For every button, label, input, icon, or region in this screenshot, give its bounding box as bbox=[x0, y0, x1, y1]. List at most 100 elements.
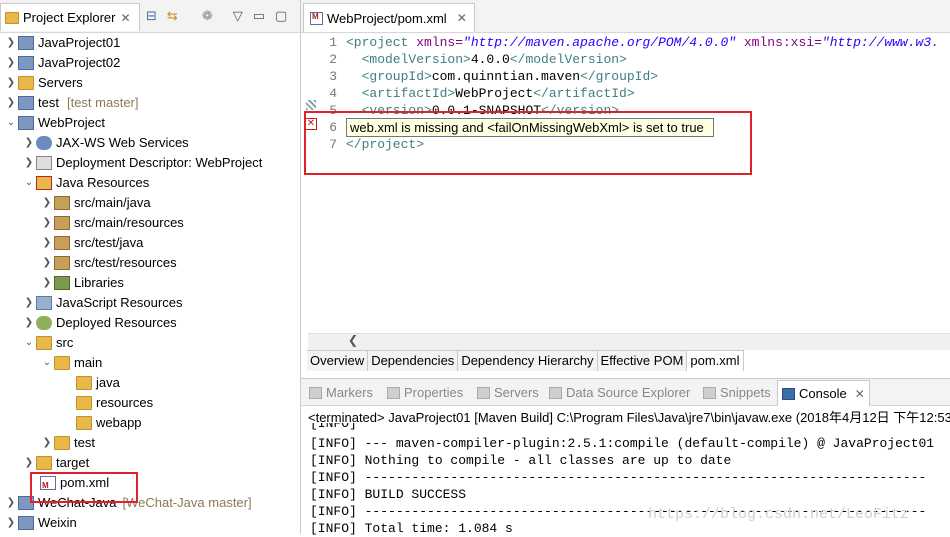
tree-item-src-main-resources[interactable]: ❯ src/main/resources bbox=[40, 213, 184, 233]
pom-editor: M WebProject/pom.xml ✕ ✕ 1 2 3 4 5 6 7 <… bbox=[301, 0, 950, 372]
tab-data-source-explorer[interactable]: Data Source Explorer bbox=[549, 383, 690, 403]
tree-item-src-main-java[interactable]: ❯ src/main/java bbox=[40, 193, 151, 213]
tab-label: Snippets bbox=[720, 385, 771, 400]
tree-item-main[interactable]: ⌄ main bbox=[40, 353, 102, 373]
tab-project-explorer[interactable]: Project Explorer ✕ bbox=[0, 3, 140, 31]
chevron-right-icon[interactable]: ❯ bbox=[40, 273, 54, 293]
chevron-right-icon[interactable]: ❯ bbox=[40, 213, 54, 233]
tree-item-label: JAX-WS Web Services bbox=[56, 135, 189, 150]
tree-item-jax-ws[interactable]: ❯ JAX-WS Web Services bbox=[22, 133, 189, 153]
chevron-right-icon[interactable]: ❯ bbox=[22, 153, 36, 173]
tree-item-target[interactable]: ❯ target bbox=[22, 453, 89, 473]
tree-item-label: src bbox=[56, 335, 74, 350]
tree-item-javaproject02[interactable]: ❯ JavaProject02 bbox=[4, 53, 120, 73]
console-line: [INFO] BUILD SUCCESS bbox=[310, 487, 467, 502]
close-icon[interactable]: ✕ bbox=[855, 384, 865, 404]
deployed-resources-icon bbox=[36, 316, 52, 330]
tab-pom-xml[interactable]: pom.xml bbox=[687, 351, 744, 371]
tab-label: Markers bbox=[326, 385, 373, 400]
line-number-gutter: 1 2 3 4 5 6 7 bbox=[317, 33, 341, 333]
chevron-right-icon[interactable]: ❯ bbox=[4, 33, 18, 53]
tab-console[interactable]: Console ✕ bbox=[777, 380, 870, 406]
xml-tag: </groupId> bbox=[580, 69, 659, 84]
tab-servers[interactable]: Servers bbox=[477, 383, 539, 403]
tree-item-servers[interactable]: ❯ Servers bbox=[4, 73, 83, 93]
xml-tag: </modelVersion> bbox=[509, 52, 627, 67]
servers-icon bbox=[477, 387, 490, 399]
chevron-right-icon[interactable]: ❯ bbox=[22, 293, 36, 313]
tree-item-test-project[interactable]: ❯ test [test master] bbox=[4, 93, 139, 113]
collapse-all-icon[interactable]: ⊟ bbox=[146, 8, 157, 24]
view-menu-icon[interactable]: ▽ bbox=[233, 8, 243, 24]
tab-dependencies[interactable]: Dependencies bbox=[368, 351, 459, 371]
markers-icon bbox=[309, 387, 322, 399]
chevron-right-icon[interactable]: ❯ bbox=[4, 53, 18, 73]
tree-item-label: Servers bbox=[38, 75, 83, 90]
xml-tag: <modelVersion> bbox=[346, 52, 471, 67]
xml-attribute: xmlns= bbox=[416, 35, 464, 50]
minimize-icon[interactable]: ▭ bbox=[253, 8, 265, 24]
tab-snippets[interactable]: Snippets bbox=[703, 383, 771, 403]
tree-item-webproject[interactable]: ⌄ WebProject bbox=[4, 113, 105, 133]
chevron-right-icon[interactable]: ❯ bbox=[4, 73, 18, 93]
tree-item-src-test-java[interactable]: ❯ src/test/java bbox=[40, 233, 143, 253]
tree-item-label: resources bbox=[96, 395, 154, 410]
maximize-icon[interactable]: ▢ bbox=[275, 8, 287, 24]
tree-item-src-test-resources[interactable]: ❯ src/test/resources bbox=[40, 253, 177, 273]
tab-dependency-hierarchy[interactable]: Dependency Hierarchy bbox=[458, 351, 598, 371]
chevron-right-icon[interactable]: ❯ bbox=[4, 493, 18, 513]
tree-item-test-folder[interactable]: ❯ test bbox=[40, 433, 95, 453]
tree-item-webapp-folder[interactable]: webapp bbox=[76, 413, 142, 433]
tree-item-label: test bbox=[74, 435, 95, 450]
line-number: 1 bbox=[329, 35, 337, 50]
chevron-down-icon[interactable]: ⌄ bbox=[22, 173, 36, 193]
tree-item-label: Weixin bbox=[38, 515, 77, 530]
tab-properties[interactable]: Properties bbox=[387, 383, 463, 403]
tree-item-src[interactable]: ⌄ src bbox=[22, 333, 73, 353]
tree-item-deployed-resources[interactable]: ❯ Deployed Resources bbox=[22, 313, 177, 333]
chevron-right-icon[interactable]: ❯ bbox=[40, 253, 54, 273]
scroll-left-icon[interactable]: ❮ bbox=[348, 333, 358, 347]
libraries-icon bbox=[54, 276, 70, 290]
chevron-right-icon[interactable]: ❯ bbox=[22, 453, 36, 473]
tree-item-javaproject01[interactable]: ❯ JavaProject01 bbox=[4, 33, 120, 53]
tab-webproject-pom[interactable]: M WebProject/pom.xml ✕ bbox=[303, 3, 475, 32]
close-icon[interactable]: ✕ bbox=[457, 11, 467, 25]
chevron-right-icon[interactable]: ❯ bbox=[22, 313, 36, 333]
code-line-2: <modelVersion>4.0.0</modelVersion> bbox=[346, 51, 627, 68]
console-line: [INFO] bbox=[310, 423, 357, 431]
chevron-down-icon[interactable]: ⌄ bbox=[40, 353, 54, 373]
highlight-box-pom bbox=[30, 472, 138, 503]
horizontal-scrollbar[interactable]: ❮ bbox=[308, 333, 950, 350]
tree-item-resources-folder[interactable]: resources bbox=[76, 393, 153, 413]
tree-item-javascript-resources[interactable]: ❯ JavaScript Resources bbox=[22, 293, 182, 313]
tree-item-java-resources[interactable]: ⌄ Java Resources bbox=[22, 173, 149, 193]
tree-item-weixin[interactable]: ❯ Weixin bbox=[4, 513, 77, 533]
chevron-right-icon[interactable]: ❯ bbox=[4, 93, 18, 113]
tree-item-label: JavaScript Resources bbox=[56, 295, 183, 310]
tree-item-label: Deployed Resources bbox=[56, 315, 177, 330]
tree-item-label: Libraries bbox=[74, 275, 124, 290]
xml-text: com.quinntian.maven bbox=[431, 69, 581, 84]
tree-item-java-folder[interactable]: java bbox=[76, 373, 120, 393]
chevron-right-icon[interactable]: ❯ bbox=[40, 233, 54, 253]
tree-item-libraries[interactable]: ❯ Libraries bbox=[40, 273, 124, 293]
git-project-icon bbox=[18, 96, 34, 110]
chevron-right-icon[interactable]: ❯ bbox=[40, 193, 54, 213]
tab-effective-pom[interactable]: Effective POM bbox=[597, 351, 688, 371]
tree-item-deployment-descriptor[interactable]: ❯ Deployment Descriptor: WebProject bbox=[22, 153, 262, 173]
console-line: [INFO] ---------------------------------… bbox=[310, 470, 927, 485]
chevron-down-icon[interactable]: ⌄ bbox=[4, 113, 18, 133]
link-with-editor-icon[interactable]: ⇆ bbox=[167, 8, 178, 24]
filter-icon[interactable]: ❁ bbox=[202, 8, 213, 24]
chevron-right-icon[interactable]: ❯ bbox=[40, 433, 54, 453]
chevron-right-icon[interactable]: ❯ bbox=[4, 513, 18, 533]
close-icon[interactable]: ✕ bbox=[120, 11, 130, 25]
watermark: https://blog.csdn.net/LeoFitz bbox=[648, 506, 910, 523]
pom-editor-tabs: Overview Dependencies Dependency Hierarc… bbox=[307, 350, 744, 372]
chevron-right-icon[interactable]: ❯ bbox=[22, 133, 36, 153]
tab-label: Data Source Explorer bbox=[566, 385, 691, 400]
tab-markers[interactable]: Markers bbox=[309, 383, 373, 403]
tab-overview[interactable]: Overview bbox=[307, 351, 369, 371]
chevron-down-icon[interactable]: ⌄ bbox=[22, 333, 36, 353]
